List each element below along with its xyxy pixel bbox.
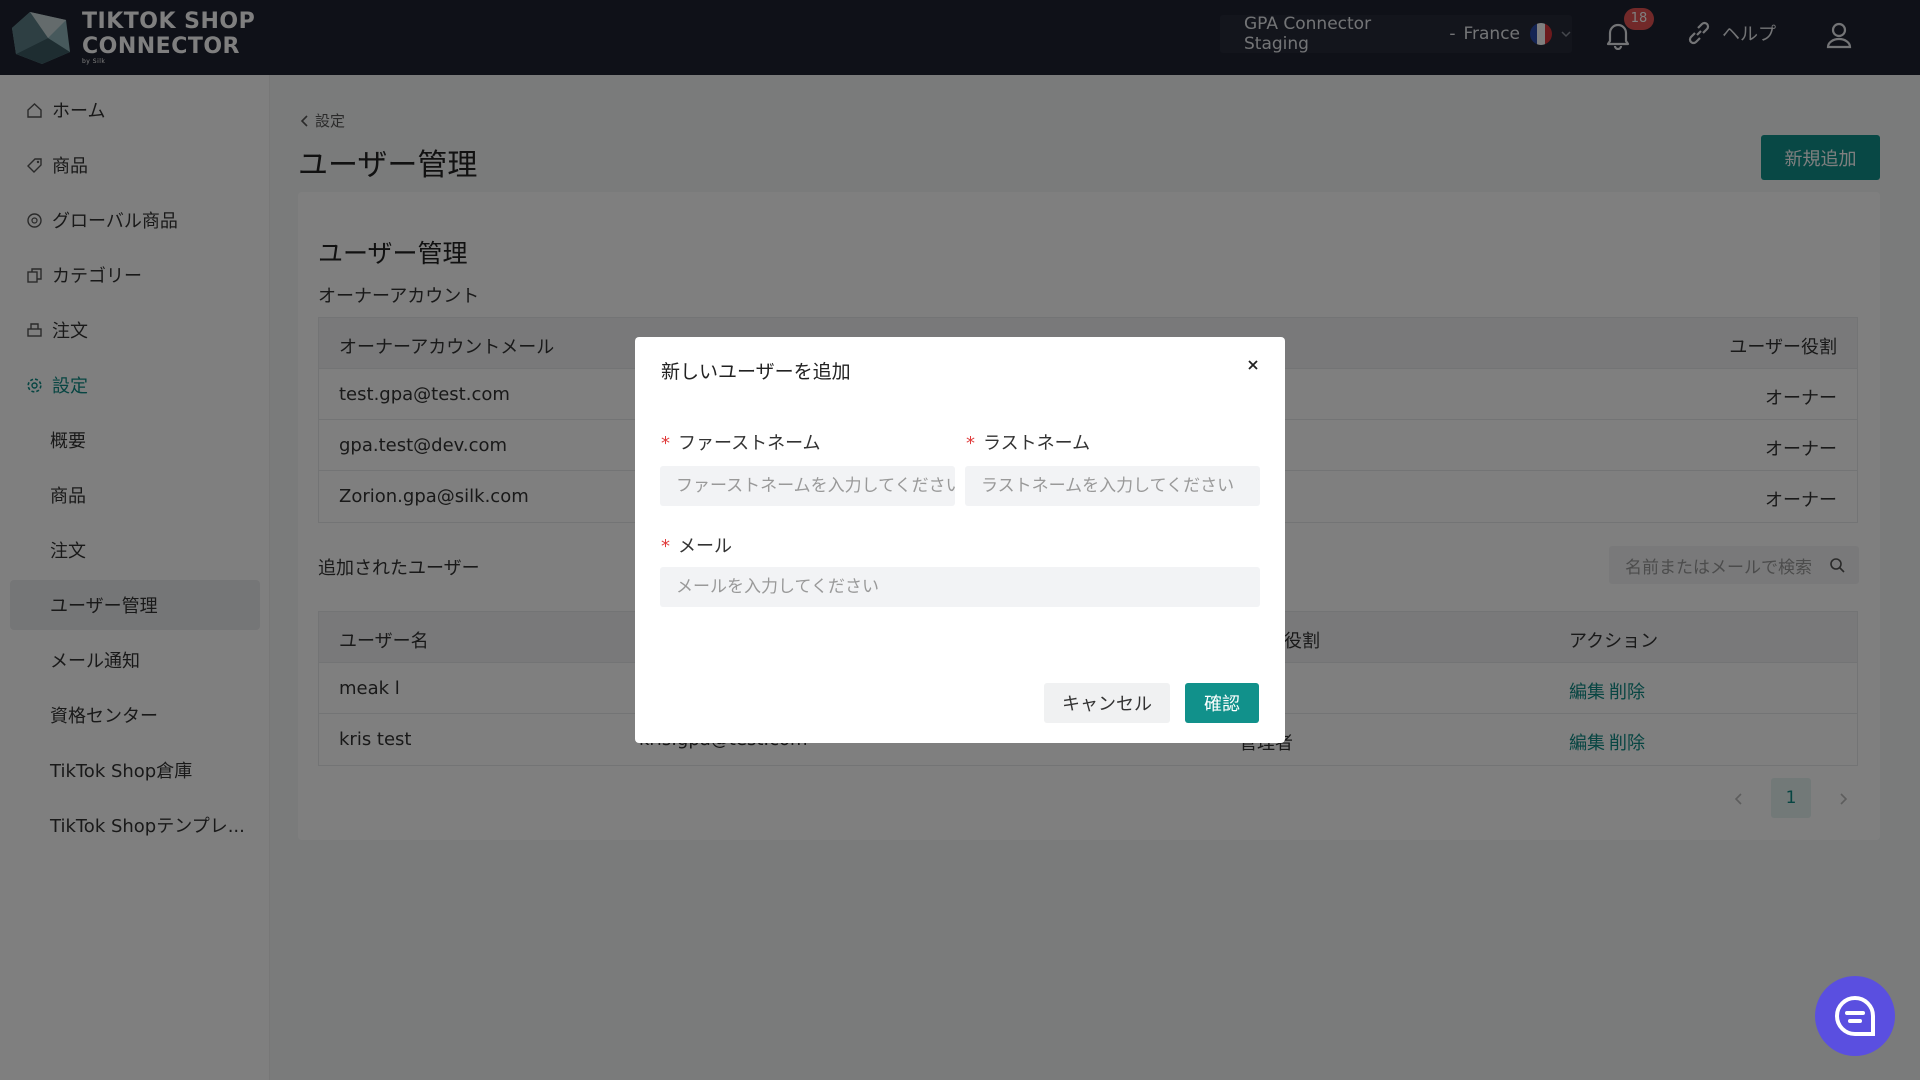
cancel-button[interactable]: キャンセル [1044,683,1170,723]
required-mark: * [661,536,670,557]
chat-widget-button[interactable] [1815,976,1895,1056]
last-name-label-text: ラストネーム [983,433,1091,454]
email-input[interactable]: メールを入力してください [660,567,1260,607]
first-name-label: * ファーストネーム [661,429,821,455]
last-name-input[interactable]: ラストネームを入力してください [965,466,1260,506]
dialog-title: 新しいユーザーを追加 [661,361,851,383]
chat-icon [1835,995,1875,1036]
required-mark: * [661,433,670,454]
add-user-dialog: 新しいユーザーを追加 * ファーストネーム ファーストネームを入力してください *… [635,337,1285,743]
confirm-button[interactable]: 確認 [1185,683,1259,723]
email-label-text: メール [678,536,732,557]
close-icon[interactable] [1243,355,1263,375]
required-mark: * [966,433,975,454]
last-name-label: * ラストネーム [966,429,1090,455]
first-name-label-text: ファーストネーム [678,433,821,454]
email-label: * メール [661,532,732,558]
first-name-input[interactable]: ファーストネームを入力してください [660,466,955,506]
